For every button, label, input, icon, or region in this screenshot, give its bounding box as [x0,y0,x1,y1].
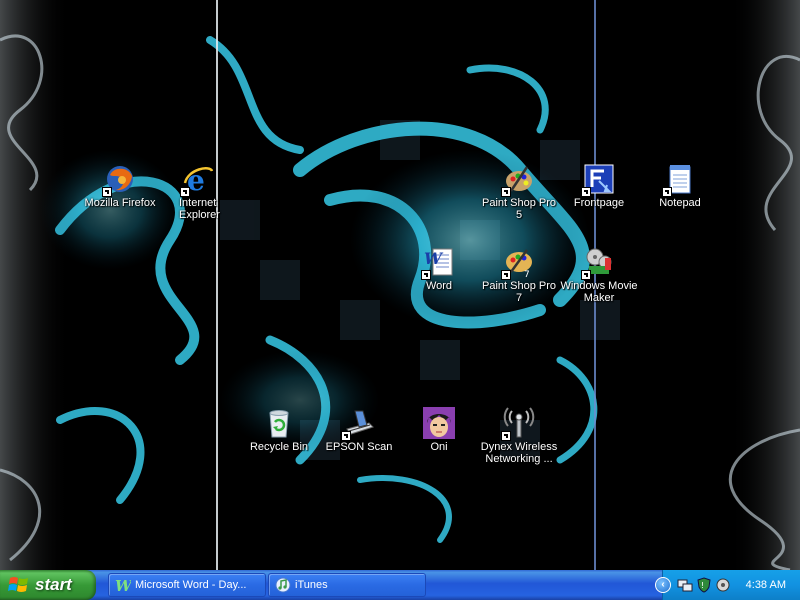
shield-icon[interactable]: ! [696,577,712,593]
svg-text:7: 7 [524,270,530,278]
svg-text:W: W [115,577,131,593]
desktop-icon-dynex-wireless[interactable]: Dynex Wireless Networking ... [480,407,558,465]
svg-text:W: W [424,249,444,268]
svg-text:!: ! [701,581,704,590]
movie-maker-icon [581,246,615,280]
taskbar: start W Microsoft Word - Day... iTunes ‹… [0,570,800,600]
itunes-icon [275,577,291,593]
shortcut-arrow-icon [501,270,511,280]
shortcut-arrow-icon [581,187,591,197]
desktop-icon-label: Word [425,280,453,292]
desktop-icon-label: Recycle Bin [249,441,309,453]
desktop-icon-oni[interactable]: Oni [400,407,478,453]
windows-flag-icon [8,577,28,592]
shortcut-arrow-icon [421,270,431,280]
desktop-icon-internet-explorer[interactable]: e Internet Explorer [160,163,220,221]
paint-shop-pro-icon: 7 [501,246,535,280]
desktop-icon-label: Paint Shop Pro 5 [482,197,556,221]
desktop-icon-firefox[interactable]: Mozilla Firefox [81,163,159,209]
word-icon: W [115,577,131,593]
shortcut-arrow-icon [581,270,591,280]
recycle-bin-icon [263,407,295,439]
desktop-icon-windows-movie-maker[interactable]: Windows Movie Maker [560,246,638,304]
network-icon[interactable] [677,577,693,593]
show-hidden-icons-button[interactable]: ‹ [655,577,671,593]
desktop-icon-recycle-bin[interactable]: Recycle Bin [240,407,318,453]
desktop-icon-paint-shop-pro-5[interactable]: Paint Shop Pro 5 [480,163,558,221]
desktop-icon-label: EPSON Scan [325,441,393,453]
paint-shop-pro-icon [501,163,535,197]
shortcut-arrow-icon [662,187,672,197]
desktop-icon-label: Paint Shop Pro 7 [482,280,556,304]
desktop-icon-label: Notepad [659,197,701,209]
shortcut-arrow-icon [102,187,112,197]
frontpage-icon [581,163,615,197]
desktop-icon-label: Windows Movie Maker [560,280,638,304]
desktop-icon-frontpage[interactable]: Frontpage [560,163,638,209]
start-label: start [35,575,72,594]
system-tray: ‹ ! 4:38 AM [655,570,800,600]
taskbar-button-itunes[interactable]: iTunes [268,573,426,597]
desktop-icon-label: Frontpage [573,197,625,209]
desktop-icon-epson-scan[interactable]: EPSON Scan [320,407,398,453]
taskbar-clock[interactable]: 4:38 AM [746,579,786,591]
volume-icon[interactable] [715,577,731,593]
desktop-icon-word[interactable]: W Word [400,246,478,292]
wireless-antenna-icon [501,407,535,441]
scanner-icon [341,407,375,441]
notepad-icon [662,163,696,197]
taskbar-button-word[interactable]: W Microsoft Word - Day... [108,573,266,597]
internet-explorer-icon: e [180,163,214,197]
start-button[interactable]: start [0,570,96,600]
shortcut-arrow-icon [501,431,511,441]
desktop-icon-label: Oni [430,441,448,453]
word-icon: W [421,246,455,280]
desktop-icon-paint-shop-pro-7[interactable]: 7 Paint Shop Pro 7 [480,246,558,304]
desktop-icon-label: Dynex Wireless Networking ... [480,441,558,465]
desktop-icon-label: Internet Explorer [179,197,220,221]
shortcut-arrow-icon [341,431,351,441]
taskbar-button-label: iTunes [295,579,328,591]
oni-icon [423,407,455,439]
taskbar-button-label: Microsoft Word - Day... [135,579,247,591]
shortcut-arrow-icon [180,187,190,197]
desktop-icon-notepad[interactable]: Notepad [641,163,719,209]
shortcut-arrow-icon [501,187,511,197]
firefox-icon [102,163,136,197]
desktop-icon-label: Mozilla Firefox [84,197,156,209]
